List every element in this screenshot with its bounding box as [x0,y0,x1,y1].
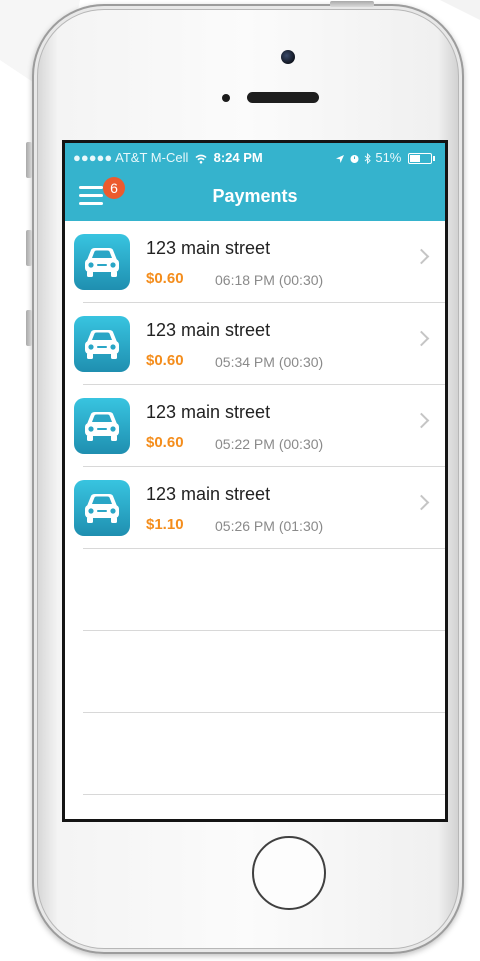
status-right: 51% [335,143,435,173]
empty-row-divider [83,712,445,713]
battery-icon [408,153,432,165]
wifi-icon [195,150,211,165]
payment-address: 123 main street [146,320,271,340]
car-icon [74,234,130,290]
car-icon [74,480,130,536]
payments-list: 123 main street $0.60 06:18 PM (00:30) 1… [65,221,445,549]
chevron-right-icon [413,330,430,347]
payment-amount: $0.60 [146,270,184,287]
carrier-label: ●●●●● AT&T M-Cell [73,150,189,165]
volume-up-button [26,230,32,266]
car-icon [74,398,130,454]
payment-address: 123 main street [146,238,271,258]
payment-address: 123 main street [146,402,271,422]
front-camera [281,50,295,64]
car-icon [74,316,130,372]
payment-time: 05:34 PM (00:30) [215,354,324,370]
chevron-right-icon [413,494,430,511]
empty-row-divider [83,794,445,795]
app-display: ●●●●● AT&T M-Cell 8:24 PM 51% 6 Payments… [65,143,445,819]
payment-row[interactable]: 123 main street $0.60 06:18 PM (00:30) [65,221,445,303]
chevron-right-icon [413,412,430,429]
payment-row[interactable]: 123 main street $0.60 05:34 PM (00:30) [65,303,445,385]
volume-down-button [26,310,32,346]
payment-address: 123 main street [146,484,271,504]
payment-row[interactable]: 123 main street $0.60 05:22 PM (00:30) [65,385,445,467]
payment-time: 06:18 PM (00:30) [215,272,324,288]
alarm-icon [349,150,364,165]
payment-amount: $0.60 [146,434,184,451]
page-title: Payments [212,186,298,206]
payment-amount: $0.60 [146,352,184,369]
mute-switch [26,142,32,178]
battery-tip [433,156,435,162]
status-left: ●●●●● AT&T M-Cell 8:24 PM [73,143,263,173]
power-button [330,1,374,7]
status-time: 8:24 PM [213,150,263,165]
proximity-sensor [222,94,230,102]
location-arrow-icon [335,150,349,165]
empty-row-divider [83,630,445,631]
payment-amount: $1.10 [146,516,184,533]
bluetooth-icon [364,150,376,165]
battery-level-fill [410,155,420,163]
chevron-right-icon [413,248,430,265]
battery-percent: 51% [375,150,402,165]
payment-time: 05:22 PM (00:30) [215,436,324,452]
status-bar: ●●●●● AT&T M-Cell 8:24 PM 51% [65,143,445,173]
payment-time: 05:26 PM (01:30) [215,518,324,534]
earpiece-speaker [247,92,319,103]
payment-row[interactable]: 123 main street $1.10 05:26 PM (01:30) [65,467,445,549]
navigation-header: ●●●●● AT&T M-Cell 8:24 PM 51% 6 Payments [65,143,445,221]
home-button[interactable] [252,836,326,910]
phone-screen: ●●●●● AT&T M-Cell 8:24 PM 51% 6 Payments… [62,140,448,822]
